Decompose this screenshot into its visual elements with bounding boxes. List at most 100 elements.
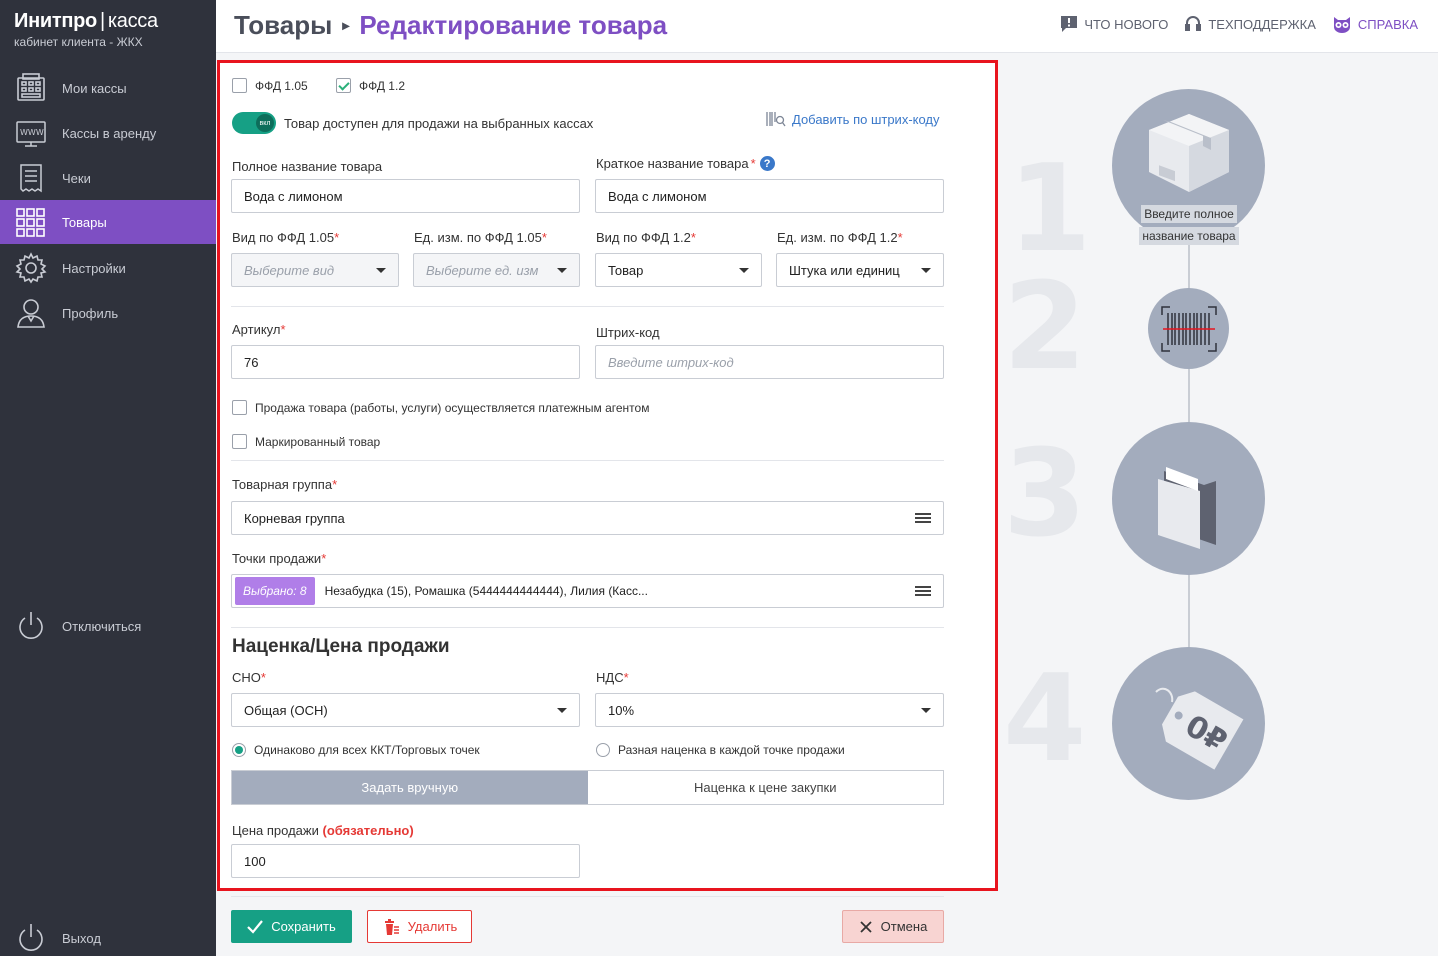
support-label: ТЕХПОДДЕРЖКА bbox=[1208, 16, 1316, 32]
unit105-select[interactable]: Выберите ед. изм bbox=[413, 253, 580, 287]
step-2-circle bbox=[1148, 288, 1229, 369]
page-title: Редактирование товара bbox=[359, 10, 668, 40]
group-select[interactable]: Корневая группа bbox=[231, 501, 944, 535]
radio-different-markup[interactable]: Разная наценка в каждой точке продажи bbox=[596, 743, 845, 757]
box-icon bbox=[1148, 113, 1229, 192]
sidebar-item-rent-registers[interactable]: WWW Кассы в аренду bbox=[0, 111, 216, 155]
step-number-2: 2 bbox=[1003, 258, 1087, 397]
breadcrumb-products[interactable]: Товары bbox=[234, 10, 332, 41]
product-form: ФФД 1.05 ФФД 1.2 вкл Товар доступен для … bbox=[217, 60, 998, 891]
receipt-icon bbox=[14, 161, 48, 195]
divider bbox=[231, 896, 944, 897]
unit105-placeholder: Выберите ед. изм bbox=[426, 262, 539, 278]
divider bbox=[231, 306, 944, 307]
help-icon[interactable]: ? bbox=[759, 156, 775, 171]
required-mark: * bbox=[897, 230, 903, 245]
step-1-caption: Введите полное название товара bbox=[1133, 203, 1245, 247]
header: Товары ▸ Редактирование товара ЧТО НОВОГ… bbox=[216, 0, 1438, 53]
kind105-select[interactable]: Выберите вид bbox=[231, 253, 399, 287]
tab-manual-price[interactable]: Задать вручную bbox=[232, 771, 588, 804]
step-number-3: 3 bbox=[1003, 425, 1087, 564]
vat-select[interactable]: 10% bbox=[595, 693, 944, 727]
register-icon bbox=[14, 71, 48, 105]
ffd12-checkbox[interactable]: ФФД 1.2 bbox=[336, 78, 405, 93]
logout-button[interactable]: Выход bbox=[0, 916, 216, 956]
price-input[interactable]: 100 bbox=[231, 844, 580, 878]
gear-icon bbox=[14, 251, 48, 285]
sno-label-text: СНО bbox=[232, 670, 261, 685]
close-icon bbox=[860, 920, 872, 933]
chevron-down-icon bbox=[921, 707, 931, 713]
tab-markup-price[interactable]: Наценка к цене закупки bbox=[588, 771, 944, 804]
price-label: Цена продажи (обязательно) bbox=[232, 823, 414, 838]
whats-new-label: ЧТО НОВОГО bbox=[1084, 16, 1169, 32]
sidebar-item-settings[interactable]: Настройки bbox=[0, 246, 216, 290]
support-link[interactable]: ТЕХПОДДЕРЖКА bbox=[1184, 15, 1316, 33]
sidebar-item-label: Профиль bbox=[62, 305, 119, 321]
sidebar-item-profile[interactable]: Профиль bbox=[0, 291, 216, 335]
cancel-button[interactable]: Отмена bbox=[842, 910, 944, 943]
radio-same-label: Одинаково для всех ККТ/Торговых точек bbox=[254, 743, 480, 757]
sno-select[interactable]: Общая (ОСН) bbox=[231, 693, 580, 727]
checkbox-box bbox=[232, 434, 247, 449]
breadcrumb-arrow-icon: ▸ bbox=[342, 17, 350, 33]
kind12-select[interactable]: Товар bbox=[595, 253, 762, 287]
points-select[interactable]: Выбрано: 8 Незабудка (15), Ромашка (5444… bbox=[231, 574, 944, 608]
payment-agent-checkbox[interactable]: Продажа товара (работы, услуги) осуществ… bbox=[232, 400, 649, 415]
unit12-select[interactable]: Штука или единиц bbox=[776, 253, 944, 287]
barcode-scan-icon bbox=[1160, 305, 1217, 352]
sidebar: Инитпро | касса кабинет клиента - ЖКХ Мои … bbox=[0, 0, 216, 956]
required-mark: * bbox=[321, 551, 327, 566]
whats-new-link[interactable]: ЧТО НОВОГО bbox=[1060, 15, 1168, 33]
help-link[interactable]: СПРАВКА bbox=[1332, 15, 1418, 33]
sidebar-item-products[interactable]: Товары bbox=[0, 200, 216, 244]
sno-label: СНО* bbox=[232, 670, 266, 685]
availability-label: Товар доступен для продажи на выбранных … bbox=[284, 115, 594, 131]
sidebar-item-label: Мои кассы bbox=[62, 80, 127, 96]
add-by-barcode-link[interactable]: Добавить по штрих-коду bbox=[766, 110, 940, 128]
chevron-down-icon bbox=[739, 267, 749, 273]
save-button[interactable]: Сохранить bbox=[231, 910, 352, 943]
www-icon: WWW bbox=[14, 116, 48, 150]
kind12-label: Вид по ФФД 1.2* bbox=[596, 230, 696, 245]
barcode-label: Штрих-код bbox=[596, 325, 660, 340]
power-icon bbox=[14, 921, 48, 955]
sidebar-item-my-registers[interactable]: Мои кассы bbox=[0, 66, 216, 110]
delete-button[interactable]: Удалить bbox=[367, 910, 472, 943]
sidebar-item-label: Чеки bbox=[62, 170, 91, 186]
radio-selected bbox=[232, 743, 246, 757]
points-value: Незабудка (15), Ромашка (5444444444444),… bbox=[324, 584, 648, 598]
sku-input[interactable]: 76 bbox=[231, 345, 580, 379]
short-name-label-text: Краткое название товара bbox=[596, 156, 749, 171]
sidebar-item-receipts[interactable]: Чеки bbox=[0, 156, 216, 200]
svg-text:WWW: WWW bbox=[20, 128, 44, 137]
radio-same-markup[interactable]: Одинаково для всех ККТ/Торговых точек bbox=[232, 743, 480, 757]
divider bbox=[231, 627, 944, 628]
sidebar-item-label: Настройки bbox=[62, 260, 126, 276]
required-mark: * bbox=[750, 156, 756, 171]
disconnect-label: Отключиться bbox=[62, 618, 142, 634]
group-value: Корневая группа bbox=[244, 510, 345, 526]
marked-product-label: Маркированный товар bbox=[255, 434, 381, 449]
vat-value: 10% bbox=[608, 702, 635, 718]
disconnect-button[interactable]: Отключиться bbox=[0, 604, 216, 648]
marked-product-checkbox[interactable]: Маркированный товар bbox=[232, 434, 380, 449]
short-name-input[interactable]: Вода с лимоном bbox=[595, 179, 944, 213]
ffd105-checkbox[interactable]: ФФД 1.05 bbox=[232, 78, 308, 93]
brand-product: касса bbox=[107, 10, 158, 32]
list-icon bbox=[915, 513, 931, 523]
logout-label: Выход bbox=[62, 930, 101, 946]
required-mark: * bbox=[280, 322, 286, 337]
required-mark: * bbox=[541, 230, 547, 245]
radio-diff-label: Разная наценка в каждой точке продажи bbox=[618, 743, 845, 757]
barcode-input[interactable]: Введите штрих-код bbox=[595, 345, 944, 379]
full-name-input[interactable]: Вода с лимоном bbox=[231, 179, 580, 213]
cancel-label: Отмена bbox=[880, 919, 928, 934]
chevron-down-icon bbox=[376, 267, 386, 273]
unit105-label-text: Ед. изм. по ФФД 1.05 bbox=[414, 230, 542, 245]
grid-icon bbox=[14, 205, 48, 239]
radio-unselected bbox=[596, 743, 610, 757]
brand: Инитпро | касса кабинет клиента - ЖКХ bbox=[14, 10, 158, 49]
availability-toggle[interactable]: вкл bbox=[232, 112, 276, 134]
required-mark: * bbox=[334, 230, 340, 245]
